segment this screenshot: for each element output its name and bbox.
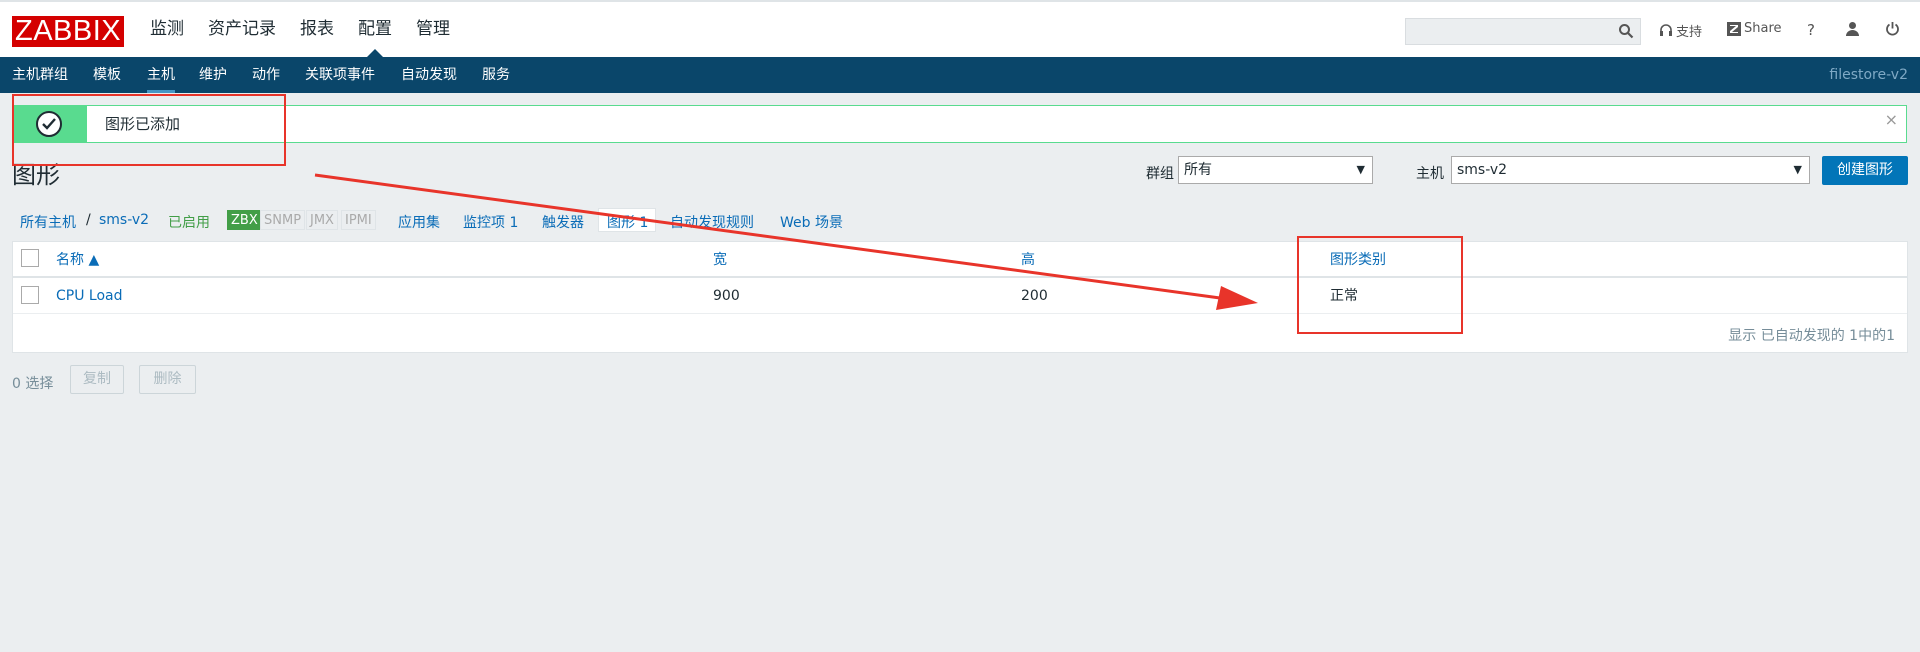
dropdown-arrow-icon: ▼: [1793, 163, 1802, 176]
pagination-info: 显示 已自动发现的 1中的1: [1728, 328, 1895, 344]
share-label: Share: [1744, 21, 1782, 36]
group-select[interactable]: 所有 ▼: [1178, 156, 1373, 184]
column-graph-type[interactable]: 图形类别: [1330, 242, 1386, 278]
subnav-maintenance[interactable]: 维护: [199, 57, 227, 93]
tab-web-scenarios[interactable]: Web 场景: [780, 212, 843, 232]
graph-type: 正常: [1330, 288, 1358, 304]
select-all-checkbox[interactable]: [21, 249, 39, 267]
subnav-host-groups[interactable]: 主机群组: [12, 57, 68, 93]
menu-monitoring[interactable]: 监测: [150, 2, 184, 57]
headset-icon: [1660, 23, 1672, 36]
ipmi-badge: IPMI: [341, 210, 376, 230]
subnav-hosts[interactable]: 主机: [147, 57, 175, 93]
zabbix-share-icon: [1727, 21, 1741, 36]
host-status[interactable]: 已启用: [168, 212, 210, 232]
tab-graphs[interactable]: 图形 1: [607, 212, 648, 232]
logout-button[interactable]: [1885, 21, 1903, 36]
page-title: 图形: [12, 161, 60, 189]
host-label: 主机: [1416, 166, 1444, 182]
subnav-event-correlation[interactable]: 关联项事件: [305, 57, 375, 93]
sub-navigation: 主机群组 模板 主机 维护 动作 关联项事件 自动发现 服务 filestore…: [0, 57, 1920, 93]
graph-width: 900: [713, 288, 740, 304]
breadcrumb-all-hosts[interactable]: 所有主机: [20, 212, 76, 232]
main-menu: 监测 资产记录 报表 配置 管理: [150, 2, 474, 57]
top-header: ZABBIX 监测 资产记录 报表 配置 管理 支持 Share ?: [0, 0, 1920, 57]
host-select-value: sms-v2: [1457, 162, 1508, 178]
selected-count: 0 选择: [12, 376, 54, 392]
search-icon[interactable]: [1618, 23, 1634, 39]
success-message: 图形已添加 ×: [12, 105, 1907, 143]
menu-reports[interactable]: 报表: [300, 2, 334, 57]
host-select[interactable]: sms-v2 ▼: [1451, 156, 1810, 184]
share-link[interactable]: Share: [1727, 21, 1782, 36]
help-button[interactable]: ?: [1807, 21, 1815, 39]
snmp-badge: SNMP: [260, 210, 306, 230]
message-text: 图形已添加: [105, 115, 181, 133]
subnav-actions[interactable]: 动作: [252, 57, 280, 93]
graphs-table: 名称 ▲ 宽 高 图形类别 CPU Load 900 200 正常 显示 已自动…: [12, 241, 1908, 353]
search-input[interactable]: [1405, 18, 1641, 45]
zbx-badge: ZBX: [227, 210, 262, 230]
subnav-templates[interactable]: 模板: [93, 57, 121, 93]
delete-button[interactable]: 删除: [139, 365, 196, 394]
tab-discovery-rules[interactable]: 自动发现规则: [670, 212, 754, 232]
menu-inventory[interactable]: 资产记录: [208, 2, 276, 57]
close-icon[interactable]: ×: [1885, 110, 1898, 129]
breadcrumb-host[interactable]: sms-v2: [99, 212, 149, 228]
success-icon-box: [13, 106, 87, 142]
copy-button[interactable]: 复制: [70, 365, 124, 394]
graph-name-link[interactable]: CPU Load: [56, 278, 123, 314]
create-graph-button[interactable]: 创建图形: [1822, 156, 1908, 185]
graph-height: 200: [1021, 288, 1048, 304]
row-checkbox[interactable]: [21, 286, 39, 304]
tab-items[interactable]: 监控项 1: [463, 212, 518, 232]
group-select-value: 所有: [1184, 162, 1212, 178]
table-row: CPU Load 900 200 正常: [13, 278, 1907, 314]
column-name[interactable]: 名称 ▲: [56, 242, 99, 278]
checkmark-icon: [36, 111, 62, 137]
subnav-services[interactable]: 服务: [482, 57, 510, 93]
user-icon: [1846, 22, 1859, 36]
column-height: 高: [1021, 252, 1035, 268]
column-width: 宽: [713, 252, 727, 268]
dropdown-arrow-icon: ▼: [1356, 163, 1365, 176]
server-name: filestore-v2: [1829, 67, 1908, 83]
profile-button[interactable]: [1845, 21, 1863, 36]
subnav-discovery[interactable]: 自动发现: [401, 57, 457, 93]
breadcrumb-separator: /: [86, 212, 91, 228]
power-icon: [1886, 22, 1899, 36]
table-header: 名称 ▲ 宽 高 图形类别: [13, 242, 1907, 278]
menu-administration[interactable]: 管理: [416, 2, 450, 57]
tab-applications[interactable]: 应用集: [398, 212, 440, 232]
group-label: 群组: [1146, 166, 1174, 182]
jmx-badge: JMX: [306, 210, 338, 230]
menu-configuration[interactable]: 配置: [358, 2, 392, 57]
zabbix-logo[interactable]: ZABBIX: [12, 16, 125, 47]
tab-triggers[interactable]: 触发器: [542, 212, 584, 232]
support-label: 支持: [1676, 25, 1703, 40]
help-icon: ?: [1807, 21, 1815, 39]
support-link[interactable]: 支持: [1659, 21, 1702, 40]
